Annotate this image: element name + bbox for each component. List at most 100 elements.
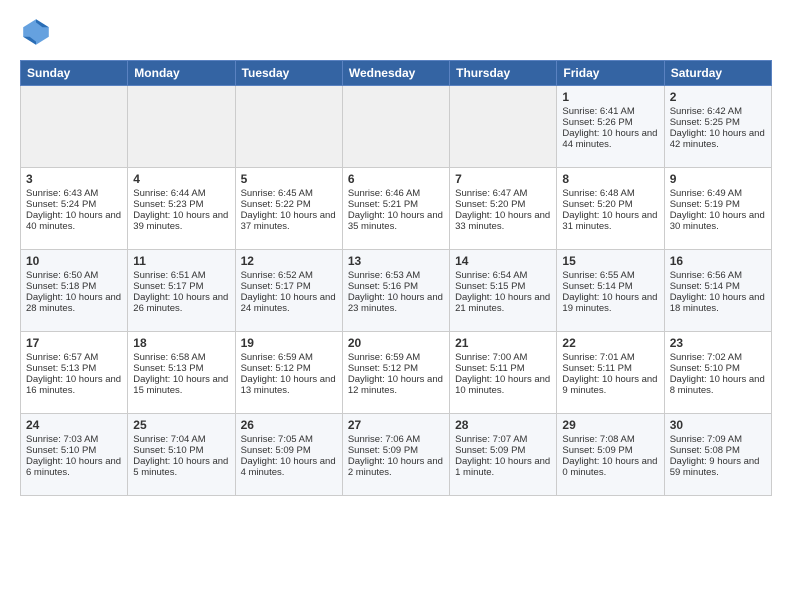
page: SundayMondayTuesdayWednesdayThursdayFrid… (0, 0, 792, 506)
sunrise-text: Sunrise: 6:53 AM (348, 270, 420, 281)
daylight-text: Daylight: 10 hours and 39 minutes. (133, 210, 228, 232)
sunrise-text: Sunrise: 6:47 AM (455, 188, 527, 199)
sunrise-text: Sunrise: 7:08 AM (562, 434, 634, 445)
day-number: 22 (562, 336, 658, 350)
sunset-text: Sunset: 5:09 PM (348, 445, 418, 456)
daylight-text: Daylight: 10 hours and 33 minutes. (455, 210, 550, 232)
daylight-text: Daylight: 10 hours and 21 minutes. (455, 292, 550, 314)
sunset-text: Sunset: 5:09 PM (455, 445, 525, 456)
sunset-text: Sunset: 5:17 PM (133, 281, 203, 292)
daylight-text: Daylight: 10 hours and 8 minutes. (670, 374, 765, 396)
daylight-text: Daylight: 10 hours and 10 minutes. (455, 374, 550, 396)
calendar-cell: 7Sunrise: 6:47 AMSunset: 5:20 PMDaylight… (450, 168, 557, 250)
day-number: 21 (455, 336, 551, 350)
calendar-cell: 18 Sunrise: 6:58 AMSunset: 5:13 PMDayligh… (128, 332, 235, 414)
calendar-cell: 5 Sunrise: 6:45 AMSunset: 5:22 PMDaylight… (235, 168, 342, 250)
sunset-text: Sunset: 5:12 PM (241, 363, 311, 374)
sunset-text: Sunset: 5:15 PM (455, 281, 525, 292)
sunrise-text: Sunrise: 6:49 AM (670, 188, 742, 199)
calendar-cell: 20Sunrise: 6:59 AMSunset: 5:12 PMDayligh… (342, 332, 449, 414)
sunrise-text: Sunrise: 6:59 AM (348, 352, 420, 363)
daylight-text: Daylight: 10 hours and 31 minutes. (562, 210, 657, 232)
calendar-cell: 8Sunrise: 6:48 AMSunset: 5:20 PMDaylight… (557, 168, 664, 250)
sunrise-text: Sunrise: 6:46 AM (348, 188, 420, 199)
calendar-cell: 19 Sunrise: 6:59 AMSunset: 5:12 PMDayligh… (235, 332, 342, 414)
day-number: 15 (562, 254, 658, 268)
calendar-cell: 13 Sunrise: 6:53 AMSunset: 5:16 PMDayligh… (342, 250, 449, 332)
sunrise-text: Sunrise: 7:04 AM (133, 434, 205, 445)
day-number: 18 (133, 336, 229, 350)
calendar-cell: 1Sunrise: 6:41 AMSunset: 5:26 PMDaylight… (557, 86, 664, 168)
col-header-monday: Monday (128, 61, 235, 86)
sunset-text: Sunset: 5:13 PM (26, 363, 96, 374)
daylight-text: Daylight: 10 hours and 44 minutes. (562, 128, 657, 150)
daylight-text: Daylight: 10 hours and 13 minutes. (241, 374, 336, 396)
sunset-text: Sunset: 5:09 PM (241, 445, 311, 456)
sunrise-text: Sunrise: 6:56 AM (670, 270, 742, 281)
daylight-text: Daylight: 10 hours and 40 minutes. (26, 210, 121, 232)
day-number: 20 (348, 336, 444, 350)
daylight-text: Daylight: 10 hours and 2 minutes. (348, 456, 443, 478)
sunrise-text: Sunrise: 6:59 AM (241, 352, 313, 363)
daylight-text: Daylight: 10 hours and 35 minutes. (348, 210, 443, 232)
daylight-text: Daylight: 10 hours and 1 minute. (455, 456, 550, 478)
col-header-saturday: Saturday (664, 61, 771, 86)
sunrise-text: Sunrise: 6:54 AM (455, 270, 527, 281)
day-number: 3 (26, 172, 122, 186)
day-number: 9 (670, 172, 766, 186)
sunrise-text: Sunrise: 6:43 AM (26, 188, 98, 199)
day-number: 6 (348, 172, 444, 186)
calendar-cell: 14 Sunrise: 6:54 AMSunset: 5:15 PMDayligh… (450, 250, 557, 332)
sunset-text: Sunset: 5:20 PM (455, 199, 525, 210)
day-number: 16 (670, 254, 766, 268)
sunset-text: Sunset: 5:08 PM (670, 445, 740, 456)
sunrise-text: Sunrise: 6:55 AM (562, 270, 634, 281)
calendar-cell: 12Sunrise: 6:52 AMSunset: 5:17 PMDayligh… (235, 250, 342, 332)
sunset-text: Sunset: 5:11 PM (562, 363, 632, 374)
col-header-sunday: Sunday (21, 61, 128, 86)
col-header-friday: Friday (557, 61, 664, 86)
daylight-text: Daylight: 10 hours and 12 minutes. (348, 374, 443, 396)
sunrise-text: Sunrise: 7:05 AM (241, 434, 313, 445)
day-number: 2 (670, 90, 766, 104)
week-row-2: 10Sunrise: 6:50 AMSunset: 5:18 PMDayligh… (21, 250, 772, 332)
header-row: SundayMondayTuesdayWednesdayThursdayFrid… (21, 61, 772, 86)
sunrise-text: Sunrise: 7:09 AM (670, 434, 742, 445)
day-number: 1 (562, 90, 658, 104)
daylight-text: Daylight: 10 hours and 26 minutes. (133, 292, 228, 314)
day-number: 8 (562, 172, 658, 186)
day-number: 12 (241, 254, 337, 268)
daylight-text: Daylight: 10 hours and 37 minutes. (241, 210, 336, 232)
sunrise-text: Sunrise: 7:00 AM (455, 352, 527, 363)
daylight-text: Daylight: 10 hours and 15 minutes. (133, 374, 228, 396)
calendar-cell: 3Sunrise: 6:43 AMSunset: 5:24 PMDaylight… (21, 168, 128, 250)
sunset-text: Sunset: 5:13 PM (133, 363, 203, 374)
week-row-4: 24Sunrise: 7:03 AMSunset: 5:10 PMDayligh… (21, 414, 772, 496)
sunrise-text: Sunrise: 6:50 AM (26, 270, 98, 281)
sunrise-text: Sunrise: 6:45 AM (241, 188, 313, 199)
day-number: 13 (348, 254, 444, 268)
sunrise-text: Sunrise: 7:03 AM (26, 434, 98, 445)
calendar-body: 1Sunrise: 6:41 AMSunset: 5:26 PMDaylight… (21, 86, 772, 496)
daylight-text: Daylight: 10 hours and 23 minutes. (348, 292, 443, 314)
daylight-text: Daylight: 10 hours and 24 minutes. (241, 292, 336, 314)
sunrise-text: Sunrise: 6:51 AM (133, 270, 205, 281)
sunrise-text: Sunrise: 7:01 AM (562, 352, 634, 363)
daylight-text: Daylight: 10 hours and 42 minutes. (670, 128, 765, 150)
calendar-cell: 29Sunrise: 7:08 AMSunset: 5:09 PMDayligh… (557, 414, 664, 496)
sunrise-text: Sunrise: 6:52 AM (241, 270, 313, 281)
sunset-text: Sunset: 5:19 PM (670, 199, 740, 210)
sunrise-text: Sunrise: 6:58 AM (133, 352, 205, 363)
day-number: 28 (455, 418, 551, 432)
day-number: 19 (241, 336, 337, 350)
sunrise-text: Sunrise: 6:42 AM (670, 106, 742, 117)
day-number: 5 (241, 172, 337, 186)
sunset-text: Sunset: 5:22 PM (241, 199, 311, 210)
sunset-text: Sunset: 5:16 PM (348, 281, 418, 292)
calendar-cell: 23Sunrise: 7:02 AMSunset: 5:10 PMDayligh… (664, 332, 771, 414)
day-number: 30 (670, 418, 766, 432)
sunrise-text: Sunrise: 6:57 AM (26, 352, 98, 363)
day-number: 14 (455, 254, 551, 268)
daylight-text: Daylight: 10 hours and 0 minutes. (562, 456, 657, 478)
daylight-text: Daylight: 10 hours and 9 minutes. (562, 374, 657, 396)
